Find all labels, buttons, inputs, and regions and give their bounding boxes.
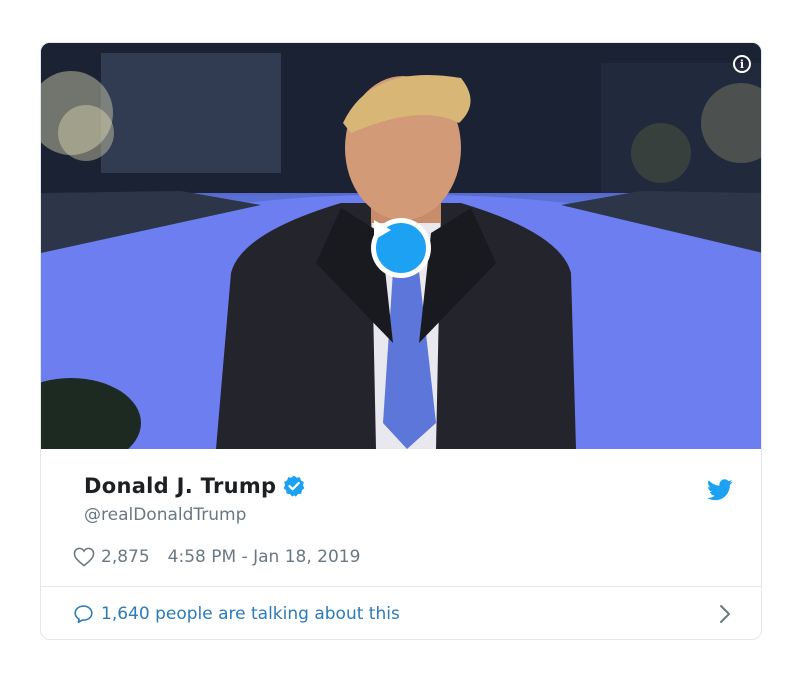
tweet-stats: 2,875 4:58 PM - Jan 18, 2019 <box>73 547 360 567</box>
video-thumbnail[interactable]: i <box>41 43 761 449</box>
author-row[interactable]: Donald J. Trump <box>84 474 306 498</box>
verified-badge-icon <box>283 475 305 497</box>
author-handle[interactable]: @realDonaldTrump <box>84 505 246 525</box>
play-icon <box>374 220 426 273</box>
like-heart-icon[interactable] <box>73 547 95 567</box>
like-count[interactable]: 2,875 <box>101 547 150 567</box>
tweet-timestamp[interactable]: 4:58 PM - Jan 18, 2019 <box>168 547 361 567</box>
comment-bubble-icon <box>74 605 93 624</box>
author-name[interactable]: Donald J. Trump <box>84 474 276 498</box>
twitter-bird-icon[interactable] <box>707 479 733 501</box>
tweet-meta: Donald J. Trump @realDonaldTrump 2,875 4… <box>41 449 761 585</box>
chevron-right-icon <box>720 605 730 623</box>
info-icon[interactable]: i <box>733 55 751 73</box>
embedded-tweet-card: i Donald J. Trump @realDonaldTrump 2,875… <box>40 42 762 640</box>
conversation-link[interactable]: 1,640 people are talking about this <box>41 587 761 639</box>
play-button[interactable] <box>371 218 431 278</box>
conversation-text: 1,640 people are talking about this <box>101 604 400 624</box>
